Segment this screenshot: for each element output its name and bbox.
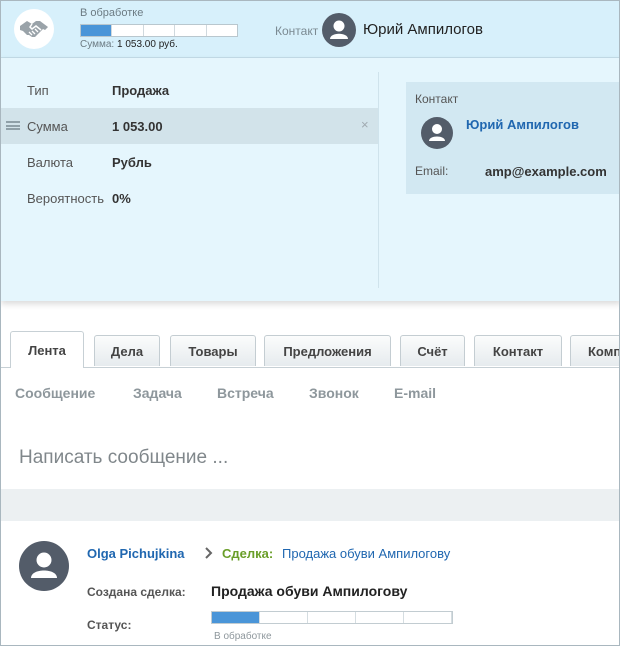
tab-products[interactable]: Товары xyxy=(170,335,256,366)
stage-segment[interactable] xyxy=(175,25,207,36)
feed-separator xyxy=(1,489,619,521)
field-value: Рубль xyxy=(112,155,152,170)
user-avatar-icon[interactable] xyxy=(19,541,69,591)
field-row-probability[interactable]: Вероятность 0% xyxy=(1,180,378,216)
stage-segment[interactable] xyxy=(144,25,176,36)
status-stage-text: В обработке xyxy=(214,631,272,642)
status-label: Статус: xyxy=(87,618,132,632)
contact-card: Контакт Юрий Ампилогов Email: amp@exampl… xyxy=(406,82,619,194)
header-contact-label: Контакт xyxy=(275,24,319,38)
header-contact-name[interactable]: Юрий Ампилогов xyxy=(363,21,483,38)
activity-meeting[interactable]: Встреча xyxy=(217,385,274,401)
deal-sum-label: Сумма: xyxy=(80,39,115,50)
created-deal-value: Продажа обуви Ампилогову xyxy=(211,583,408,599)
stage-segment xyxy=(212,612,260,623)
field-label: Валюта xyxy=(27,155,73,170)
field-row-sum[interactable]: Сумма 1 053.00 × xyxy=(1,108,378,144)
tab-feed[interactable]: Лента xyxy=(10,331,84,368)
deal-tabs: Лента Дела Товары Предложения Счёт Конта… xyxy=(1,323,619,368)
stage-segment xyxy=(260,612,308,623)
deal-stage-label: В обработке xyxy=(80,7,144,19)
close-icon[interactable]: × xyxy=(361,117,369,132)
field-label: Сумма xyxy=(27,119,68,134)
user-avatar-icon[interactable] xyxy=(322,13,356,47)
message-input[interactable]: Написать сообщение ... xyxy=(19,447,228,469)
drag-handle-icon[interactable] xyxy=(6,121,20,130)
chevron-right-icon xyxy=(203,546,215,560)
stage-segment[interactable] xyxy=(207,25,237,36)
activity-message[interactable]: Сообщение xyxy=(15,385,95,401)
field-row-type[interactable]: Тип Продажа xyxy=(1,72,378,108)
tab-invoice[interactable]: Счёт xyxy=(400,335,465,366)
activity-email[interactable]: E-mail xyxy=(394,385,436,401)
field-value: 0% xyxy=(112,191,131,206)
field-value: Продажа xyxy=(112,83,170,98)
feed-deal-label: Сделка: xyxy=(222,546,274,561)
stage-segment xyxy=(404,612,452,623)
feed-author-link[interactable]: Olga Pichujkina xyxy=(87,546,185,561)
stage-segment[interactable] xyxy=(81,25,113,36)
deal-stage-progress[interactable] xyxy=(80,24,238,37)
field-row-currency[interactable]: Валюта Рубль xyxy=(1,144,378,180)
contact-email-value[interactable]: amp@example.com xyxy=(485,164,607,179)
deal-header: В обработке Сумма: 1 053.00 руб. Контакт… xyxy=(1,1,619,58)
tab-tasks[interactable]: Дела xyxy=(94,335,160,366)
field-value: 1 053.00 xyxy=(112,119,163,134)
contact-name-link[interactable]: Юрий Ампилогов xyxy=(466,117,579,132)
stage-segment xyxy=(356,612,404,623)
contact-card-title: Контакт xyxy=(415,92,459,106)
field-label: Тип xyxy=(27,83,49,98)
stage-segment[interactable] xyxy=(112,25,144,36)
stage-segment xyxy=(308,612,356,623)
deal-sum-value: 1 053.00 руб. xyxy=(116,39,178,50)
deal-sum-line: Сумма: 1 053.00 руб. xyxy=(80,39,178,50)
handshake-icon xyxy=(14,9,54,49)
activity-call[interactable]: Звонок xyxy=(309,385,359,401)
user-avatar-icon[interactable] xyxy=(421,117,453,149)
contact-email-label: Email: xyxy=(415,164,449,178)
tabs-divider xyxy=(1,367,619,368)
tab-company[interactable]: Комп xyxy=(570,335,619,366)
tab-quotes[interactable]: Предложения xyxy=(264,335,391,366)
status-progress xyxy=(211,611,453,624)
deal-card-window: В обработке Сумма: 1 053.00 руб. Контакт… xyxy=(0,0,620,646)
field-label: Вероятность xyxy=(27,191,104,206)
feed-deal-link[interactable]: Продажа обуви Ампилогову xyxy=(282,546,450,561)
panel-divider xyxy=(378,72,379,288)
activity-task[interactable]: Задача xyxy=(133,385,182,401)
tab-contact[interactable]: Контакт xyxy=(474,335,562,366)
deal-info-panel: Тип Продажа Сумма 1 053.00 × Валюта Рубл… xyxy=(1,58,619,301)
created-deal-label: Создана сделка: xyxy=(87,585,186,599)
